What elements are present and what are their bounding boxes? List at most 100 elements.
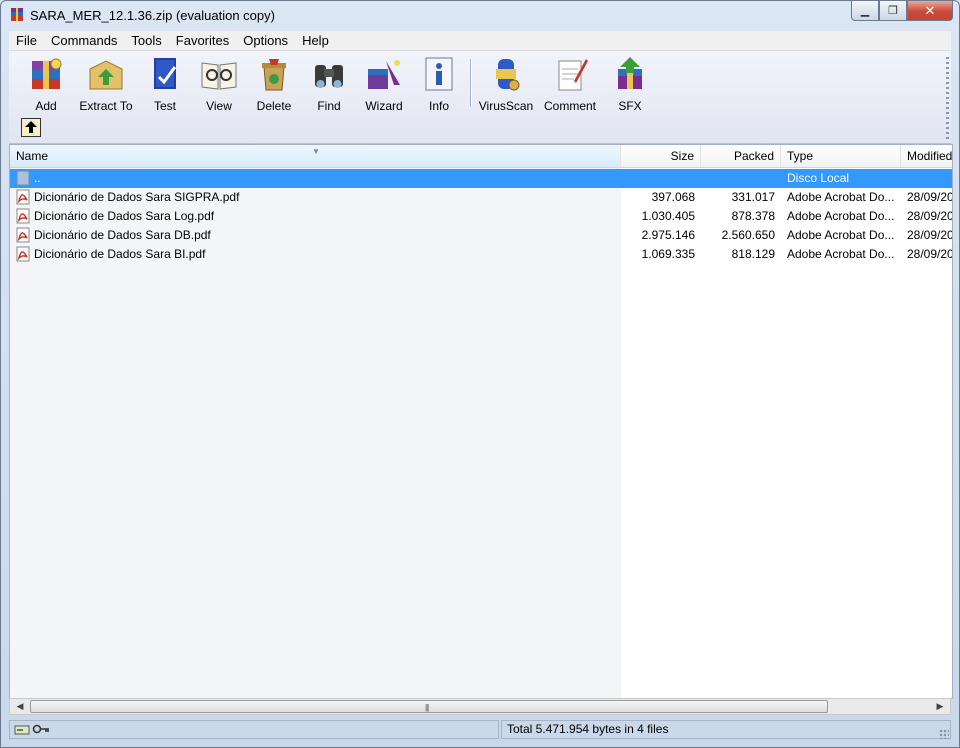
item-packed: 331.017	[731, 190, 775, 204]
list-item[interactable]: Dicionário de Dados Sara BI.pdf 1.069.33…	[10, 245, 952, 264]
column-size[interactable]: Size	[621, 145, 701, 167]
find-button[interactable]: Find	[305, 55, 353, 113]
drive-icon[interactable]	[14, 723, 30, 736]
item-size: 1.069.335	[641, 247, 695, 261]
virusscan-button[interactable]: VirusScan	[477, 55, 535, 113]
wizard-icon	[368, 60, 400, 89]
scroll-left-icon[interactable]: ◀	[12, 699, 28, 714]
info-label: Info	[428, 99, 449, 113]
window-title: SARA_MER_12.1.36.zip (evaluation copy)	[30, 8, 275, 23]
item-name: Dicionário de Dados Sara Log.pdf	[34, 209, 215, 223]
scrollbar-thumb[interactable]: |||	[30, 700, 828, 713]
up-folder-button[interactable]	[21, 118, 41, 137]
sfx-label: SFX	[618, 99, 642, 113]
item-name: Dicionário de Dados Sara BI.pdf	[34, 247, 206, 261]
item-size: 2.975.146	[641, 228, 695, 242]
pdf-icon	[16, 208, 30, 224]
sfx-button[interactable]: SFX	[606, 55, 654, 113]
sort-arrow-icon: ▼	[312, 147, 320, 156]
item-type: Adobe Acrobat Do...	[787, 247, 895, 261]
column-packed[interactable]: Packed	[701, 145, 781, 167]
scroll-right-icon[interactable]: ▶	[932, 699, 948, 714]
virusscan-label: VirusScan	[478, 99, 534, 113]
close-icon: ✕	[924, 2, 936, 18]
virus-scan-icon	[496, 59, 520, 91]
key-icon[interactable]	[32, 723, 50, 736]
extract-to-label: Extract To	[79, 99, 133, 113]
wizard-label: Wizard	[365, 99, 403, 113]
item-packed: 818.129	[731, 247, 775, 261]
add-button[interactable]: Add	[21, 55, 71, 113]
list-item[interactable]: Dicionário de Dados Sara Log.pdf 1.030.4…	[10, 207, 952, 226]
folder-icon	[16, 170, 30, 186]
find-label: Find	[317, 99, 341, 113]
view-button[interactable]: View	[195, 55, 243, 113]
toolbar-grip[interactable]	[946, 57, 949, 139]
column-modified[interactable]: Modified	[901, 145, 952, 167]
pdf-icon	[16, 246, 30, 262]
item-packed: 2.560.650	[721, 228, 775, 242]
add-label: Add	[35, 99, 57, 113]
winrar-window: SARA_MER_12.1.36.zip (evaluation copy) ▁…	[0, 0, 960, 748]
restore-icon: ❐	[888, 5, 898, 17]
view-label: View	[206, 99, 232, 113]
menu-options[interactable]: Options	[236, 31, 295, 50]
menu-favorites[interactable]: Favorites	[169, 31, 236, 50]
item-packed	[701, 169, 775, 188]
test-button[interactable]: Test	[141, 55, 189, 113]
list-item-parent[interactable]: .. Disco Local	[10, 169, 952, 188]
item-packed: 878.378	[731, 209, 775, 223]
minimize-icon: ▁	[860, 5, 870, 17]
close-button[interactable]: ✕	[907, 1, 953, 21]
list-header: Name ▼ Size Packed Type Modified	[10, 145, 952, 168]
winrar-app-icon	[11, 8, 23, 21]
add-archive-icon	[32, 58, 62, 89]
up-folder-icon	[25, 121, 37, 133]
extract-to-button[interactable]: Extract To	[77, 55, 135, 113]
item-type: Adobe Acrobat Do...	[787, 190, 895, 204]
item-modified: 28/09/20	[907, 209, 952, 223]
info-icon	[425, 57, 453, 91]
item-type: Adobe Acrobat Do...	[787, 228, 895, 242]
column-type[interactable]: Type	[781, 145, 901, 167]
item-size	[621, 169, 695, 188]
resize-grip-icon[interactable]	[939, 729, 949, 739]
toolbar: Add Extract To Test View Delete Find Wiz…	[9, 51, 951, 144]
delete-icon	[262, 59, 286, 91]
sfx-icon	[618, 57, 642, 89]
item-name: ..	[34, 171, 41, 185]
item-modified: 28/09/20	[907, 247, 952, 261]
comment-icon	[558, 59, 588, 91]
menu-bar: File Commands Tools Favorites Options He…	[9, 31, 951, 51]
view-icon	[201, 62, 237, 90]
extract-icon	[89, 60, 123, 90]
horizontal-scrollbar[interactable]: ◀ ||| ▶	[9, 698, 951, 715]
wizard-button[interactable]: Wizard	[360, 55, 408, 113]
minimize-button[interactable]: ▁	[851, 1, 879, 21]
item-type: Adobe Acrobat Do...	[787, 209, 895, 223]
menu-help[interactable]: Help	[295, 31, 336, 50]
info-button[interactable]: Info	[415, 55, 463, 113]
item-modified	[907, 169, 952, 188]
delete-button[interactable]: Delete	[250, 55, 298, 113]
toolbar-separator	[470, 59, 472, 107]
test-icon	[154, 58, 177, 89]
item-modified: 28/09/20	[907, 228, 952, 242]
comment-button[interactable]: Comment	[540, 55, 600, 113]
pdf-icon	[16, 189, 30, 205]
comment-label: Comment	[543, 99, 596, 113]
item-size: 1.030.405	[641, 209, 695, 223]
menu-file[interactable]: File	[9, 31, 44, 50]
list-item[interactable]: Dicionário de Dados Sara SIGPRA.pdf 397.…	[10, 188, 952, 207]
item-name: Dicionário de Dados Sara DB.pdf	[34, 228, 211, 242]
test-label: Test	[153, 99, 176, 113]
item-size: 397.068	[651, 190, 695, 204]
title-bar[interactable]: SARA_MER_12.1.36.zip (evaluation copy) ▁…	[1, 1, 959, 31]
status-left-panel	[9, 720, 499, 739]
menu-commands[interactable]: Commands	[44, 31, 124, 50]
file-list: Name ▼ Size Packed Type Modified .. Disc…	[9, 144, 953, 699]
menu-tools[interactable]: Tools	[124, 31, 168, 50]
restore-button[interactable]: ❐	[879, 1, 907, 21]
pdf-icon	[16, 227, 30, 243]
list-item[interactable]: Dicionário de Dados Sara DB.pdf 2.975.14…	[10, 226, 952, 245]
